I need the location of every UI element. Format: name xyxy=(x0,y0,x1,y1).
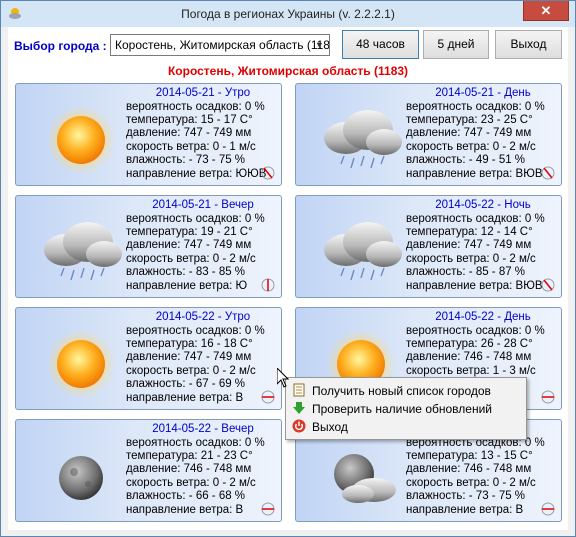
pressure-text: давление: 747 - 749 мм xyxy=(406,127,532,139)
list-icon xyxy=(293,383,305,397)
temp-text: температура: 15 - 17 C° xyxy=(126,114,253,126)
menu-item-label: Получить новый список городов xyxy=(312,384,491,398)
download-arrow-icon xyxy=(293,402,305,414)
humidity-text: влажность: - 85 - 87 % xyxy=(406,266,526,278)
sun-icon xyxy=(47,330,115,398)
sun-icon xyxy=(47,106,115,174)
compass-icon xyxy=(541,502,555,516)
power-icon xyxy=(292,419,306,433)
pressure-text: давление: 747 - 749 мм xyxy=(126,127,252,139)
card-heading: 2014-05-21 - Вечер xyxy=(152,199,254,211)
chevron-down-icon[interactable]: ▼ xyxy=(311,36,328,54)
forecast-card: 2014-05-22 - Ночь вероятность осадков: 0… xyxy=(295,195,562,298)
temp-text: температура: 19 - 21 C° xyxy=(126,226,253,238)
temp-text: температура: 12 - 14 C° xyxy=(406,226,533,238)
forecast-card: 2014-05-21 - День вероятность осадков: 0… xyxy=(295,83,562,186)
forecast-card: 2014-05-21 - Утро вероятность осадков: 0… xyxy=(15,83,282,186)
app-window: Погода в регионах Украины (v. 2.2.2.1) ✕… xyxy=(0,0,576,537)
pressure-text: давление: 746 - 748 мм xyxy=(406,463,532,475)
title-bar[interactable]: Погода в регионах Украины (v. 2.2.2.1) ✕ xyxy=(1,1,575,27)
card-heading: 2014-05-22 - Ночь xyxy=(435,199,531,211)
humidity-text: влажность: - 73 - 75 % xyxy=(406,490,526,502)
forecast-48h-button[interactable]: 48 часов xyxy=(342,30,419,59)
wind-speed-text: скорость ветра: 0 - 2 м/с xyxy=(126,253,256,265)
pressure-text: давление: 747 - 749 мм xyxy=(126,351,252,363)
menu-item-check-updates[interactable]: Проверить наличие обновлений xyxy=(288,399,522,417)
close-button[interactable]: ✕ xyxy=(523,1,569,21)
temp-text: температура: 21 - 23 C° xyxy=(126,450,253,462)
forecast-card: 2014-05-22 - Вечер вероятность осадков: … xyxy=(15,419,282,522)
menu-item-label: Выход xyxy=(312,420,348,434)
wind-speed-text: скорость ветра: 0 - 1 м/с xyxy=(126,141,256,153)
card-heading: 2014-05-22 - День xyxy=(435,311,531,323)
wind-dir-text: направление ветра: ВЮВ xyxy=(406,280,543,292)
compass-icon xyxy=(261,278,275,292)
menu-item-label: Проверить наличие обновлений xyxy=(312,402,492,416)
exit-button[interactable]: Выход xyxy=(495,30,562,59)
compass-icon xyxy=(261,166,275,180)
precip-text: вероятность осадков: 0 % xyxy=(406,325,545,337)
wind-dir-text: направление ветра: В xyxy=(406,504,524,516)
temp-text: температура: 26 - 28 C° xyxy=(406,338,533,350)
cloud-rain-icon xyxy=(324,110,402,169)
wind-speed-text: скорость ветра: 0 - 2 м/с xyxy=(406,253,536,265)
compass-icon xyxy=(261,502,275,516)
temp-text: температура: 16 - 18 C° xyxy=(126,338,253,350)
precip-text: вероятность осадков: 0 % xyxy=(126,213,265,225)
wind-dir-text: направление ветра: ЮЮВ xyxy=(126,168,267,180)
wind-dir-text: направление ветра: В xyxy=(126,504,244,516)
precip-text: вероятность осадков: 0 % xyxy=(126,437,265,449)
cloud-rain-icon xyxy=(44,222,122,281)
city-label: Выбор города : xyxy=(14,39,107,53)
compass-icon xyxy=(541,166,555,180)
context-menu: Получить новый список городов Проверить … xyxy=(285,377,527,440)
card-heading: 2014-05-22 - Вечер xyxy=(152,423,254,435)
forecast-card: 2014-05-22 - Утро вероятность осадков: 0… xyxy=(15,307,282,410)
card-heading: 2014-05-21 - Утро xyxy=(155,87,251,99)
temp-text: температура: 23 - 25 C° xyxy=(406,114,533,126)
selected-city-title: Коростень, Житомирская область (1183) xyxy=(167,64,409,78)
main-panel: Выбор города : Коростень, Житомирская об… xyxy=(8,27,568,530)
window-title: Погода в регионах Украины (v. 2.2.2.1) xyxy=(181,7,395,21)
wind-speed-text: скорость ветра: 0 - 2 м/с xyxy=(126,365,256,377)
wind-dir-text: направление ветра: В xyxy=(126,392,244,404)
humidity-text: влажность: - 66 - 68 % xyxy=(126,490,246,502)
compass-icon xyxy=(541,278,555,292)
humidity-text: влажность: - 73 - 75 % xyxy=(126,154,246,166)
card-heading: 2014-05-22 - Утро xyxy=(155,311,251,323)
city-select[interactable]: Коростень, Житомирская область (118 ▼ xyxy=(110,34,330,56)
humidity-text: влажность: - 83 - 85 % xyxy=(126,266,246,278)
pressure-text: давление: 747 - 749 мм xyxy=(126,239,252,251)
mouse-cursor-icon xyxy=(277,368,289,388)
wind-speed-text: скорость ветра: 0 - 2 м/с xyxy=(406,477,536,489)
compass-icon xyxy=(261,390,275,404)
moon-icon xyxy=(59,456,103,500)
pressure-text: давление: 746 - 748 мм xyxy=(406,351,532,363)
temp-text: температура: 13 - 15 C° xyxy=(406,450,533,462)
city-select-value: Коростень, Житомирская область (118 xyxy=(115,38,330,52)
pressure-text: давление: 747 - 749 мм xyxy=(406,239,532,251)
menu-item-exit[interactable]: Выход xyxy=(288,417,522,435)
precip-text: вероятность осадков: 0 % xyxy=(126,325,265,337)
wind-speed-text: скорость ветра: 0 - 2 м/с xyxy=(406,141,536,153)
wind-dir-text: направление ветра: Ю xyxy=(126,280,248,292)
menu-item-get-cities[interactable]: Получить новый список городов xyxy=(288,381,522,399)
precip-text: вероятность осадков: 0 % xyxy=(406,101,545,113)
wind-speed-text: скорость ветра: 1 - 3 м/с xyxy=(406,365,536,377)
humidity-text: влажность: - 49 - 51 % xyxy=(406,154,526,166)
wind-dir-text: направление ветра: ВЮВ xyxy=(406,168,543,180)
moon-cloud-icon xyxy=(334,454,396,503)
cloud-rain-icon xyxy=(324,222,402,281)
precip-text: вероятность осадков: 0 % xyxy=(126,101,265,113)
pressure-text: давление: 746 - 748 мм xyxy=(126,463,252,475)
card-heading: 2014-05-21 - День xyxy=(435,87,531,99)
compass-icon xyxy=(541,390,555,404)
forecast-card: 2014-05-21 - Вечер вероятность осадков: … xyxy=(15,195,282,298)
precip-text: вероятность осадков: 0 % xyxy=(406,213,545,225)
humidity-text: влажность: - 67 - 69 % xyxy=(126,378,246,390)
forecast-5d-button[interactable]: 5 дней xyxy=(423,30,489,59)
wind-speed-text: скорость ветра: 0 - 2 м/с xyxy=(126,477,256,489)
